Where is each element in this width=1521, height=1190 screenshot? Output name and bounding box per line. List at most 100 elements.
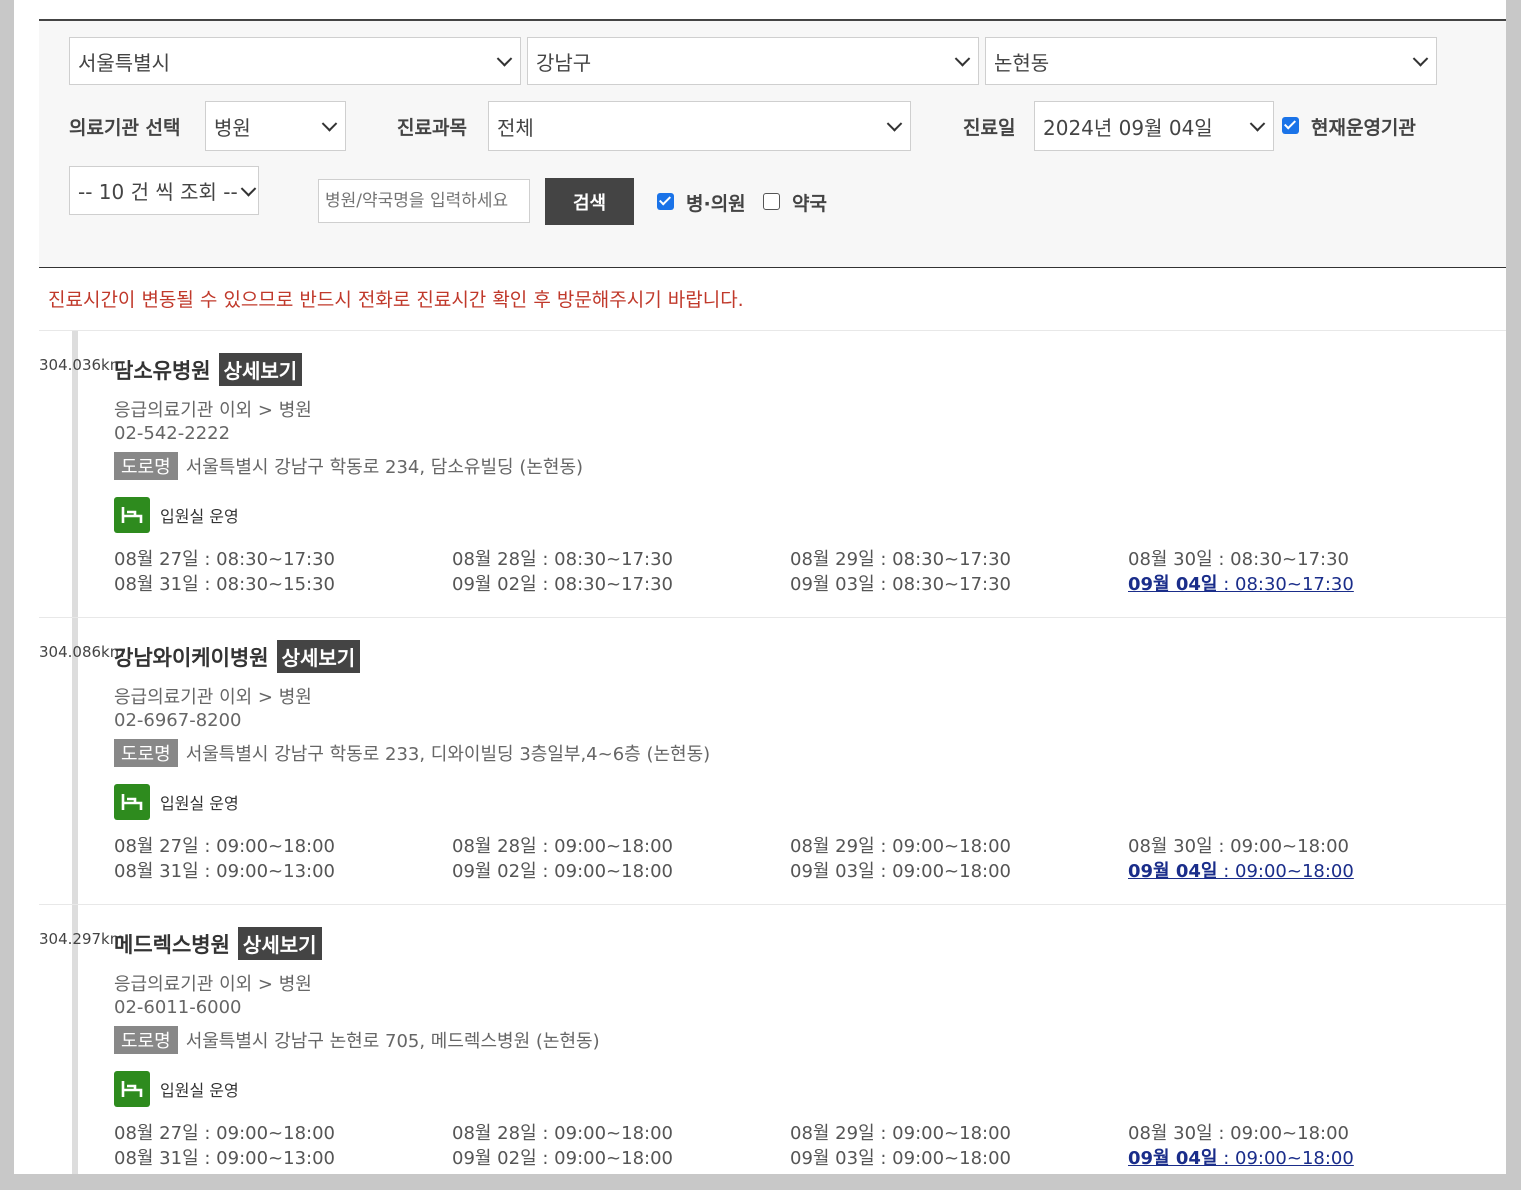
category: 응급의료기관 이외 > 병원 (114, 400, 312, 421)
chevron-down-icon (240, 180, 257, 197)
department-select[interactable]: 전체 (488, 101, 911, 151)
hours-cell: 08월 29일 : 09:00~18:00 (790, 836, 1011, 857)
result-item: 304.086km 강남와이케이병원 상세보기 응급의료기관 이외 > 병원 0… (39, 617, 1506, 904)
dong-select[interactable]: 논현동 (985, 37, 1437, 85)
address: 서울특별시 강남구 학동로 233, 디와이빌딩 3층일부,4~6층 (논현동) (185, 744, 711, 765)
hours-cell: 09월 03일 : 09:00~18:00 (790, 861, 1011, 882)
institution-select[interactable]: 병원 (205, 101, 346, 151)
sido-select-value: 서울특별시 (78, 50, 170, 75)
hours-cell: 08월 29일 : 08:30~17:30 (790, 549, 1011, 570)
institution-select-value: 병원 (214, 115, 251, 140)
phone: 02-6011-6000 (114, 997, 242, 1018)
chevron-down-icon (1249, 116, 1266, 132)
hours-row: 08월 27일 : 09:00~18:00 08월 28일 : 09:00~18… (114, 832, 1474, 857)
pharmacy-label: 약국 (792, 193, 827, 215)
ward-label: 입원실 운영 (160, 794, 239, 813)
date-select[interactable]: 2024년 09월 04일 (1034, 101, 1274, 151)
hours-cell: 08월 31일 : 09:00~13:00 (114, 1148, 335, 1169)
address: 서울특별시 강남구 학동로 234, 담소유빌딩 (논현동) (185, 457, 584, 478)
hours-cell: 08월 30일 : 09:00~18:00 (1128, 1123, 1349, 1144)
notice-text: 진료시간이 변동될 수 있으므로 반드시 전화로 진료시간 확인 후 방문해주시… (48, 289, 744, 311)
address-row: 도로명 서울특별시 강남구 논현로 705, 메드렉스병원 (논현동) (114, 1026, 600, 1054)
operating-checkbox[interactable] (1282, 117, 1299, 134)
ward-label: 입원실 운영 (160, 507, 239, 526)
distance: 304.086km (39, 643, 125, 661)
dong-select-value: 논현동 (994, 50, 1050, 75)
result-item: 304.297km 메드렉스병원 상세보기 응급의료기관 이외 > 병원 02-… (39, 904, 1506, 1174)
bed-icon (114, 1071, 150, 1107)
ward-row: 입원실 운영 (114, 497, 239, 533)
hospital-clinic-checkbox[interactable] (657, 193, 674, 210)
hospital-name[interactable]: 메드렉스병원 (114, 929, 230, 959)
hours-cell: 09월 02일 : 09:00~18:00 (452, 1148, 673, 1169)
hours-cell: 08월 31일 : 08:30~15:30 (114, 574, 335, 595)
department-select-value: 전체 (497, 115, 534, 140)
detail-button[interactable]: 상세보기 (276, 640, 361, 673)
name-row: 담소유병원 상세보기 (114, 353, 303, 386)
department-label: 진료과목 (397, 117, 467, 139)
road-badge: 도로명 (114, 1026, 178, 1054)
address-row: 도로명 서울특별시 강남구 학동로 234, 담소유빌딩 (논현동) (114, 452, 583, 480)
chevron-down-icon (954, 51, 971, 67)
hours-row: 08월 31일 : 09:00~13:00 09월 02일 : 09:00~18… (114, 857, 1474, 882)
search-button[interactable]: 검색 (545, 178, 634, 225)
date-label: 진료일 (963, 117, 1016, 139)
category: 응급의료기관 이외 > 병원 (114, 974, 312, 995)
search-panel: 서울특별시 강남구 논현동 의료기관 선택 병원 진료과목 전체 진료일 202… (39, 21, 1506, 268)
page-frame: 서울특별시 강남구 논현동 의료기관 선택 병원 진료과목 전체 진료일 202… (14, 0, 1506, 1174)
chevron-down-icon (1412, 51, 1429, 67)
result-list: 304.036km 담소유병원 상세보기 응급의료기관 이외 > 병원 02-5… (39, 330, 1506, 1174)
hours-row: 08월 27일 : 09:00~18:00 08월 28일 : 09:00~18… (114, 1119, 1474, 1144)
operating-label: 현재운영기관 (1311, 117, 1416, 139)
category: 응급의료기관 이외 > 병원 (114, 687, 312, 708)
road-badge: 도로명 (114, 739, 178, 767)
hours-cell: 09월 03일 : 09:00~18:00 (790, 1148, 1011, 1169)
result-item: 304.036km 담소유병원 상세보기 응급의료기관 이외 > 병원 02-5… (39, 330, 1506, 617)
hours-cell: 08월 27일 : 08:30~17:30 (114, 549, 335, 570)
hours-cell: 08월 28일 : 09:00~18:00 (452, 1123, 673, 1144)
hours-cell: 08월 29일 : 09:00~18:00 (790, 1123, 1011, 1144)
hospital-clinic-label: 병·의원 (686, 193, 746, 215)
hours-cell: 08월 28일 : 08:30~17:30 (452, 549, 673, 570)
chevron-down-icon (886, 116, 903, 132)
hours-cell-today[interactable]: 09월 04일 : 09:00~18:00 (1128, 857, 1354, 883)
hours-cell: 09월 02일 : 08:30~17:30 (452, 574, 673, 595)
name-row: 메드렉스병원 상세보기 (114, 927, 322, 960)
page-size-value: -- 10 건 씩 조회 -- (78, 180, 238, 204)
hours-cell: 08월 27일 : 09:00~18:00 (114, 1123, 335, 1144)
detail-button[interactable]: 상세보기 (218, 353, 303, 386)
hospital-name[interactable]: 담소유병원 (114, 355, 211, 385)
hours-grid: 08월 27일 : 09:00~18:00 08월 28일 : 09:00~18… (114, 832, 1474, 882)
sigungu-select[interactable]: 강남구 (527, 37, 979, 85)
hours-grid: 08월 27일 : 09:00~18:00 08월 28일 : 09:00~18… (114, 1119, 1474, 1169)
road-badge: 도로명 (114, 452, 178, 480)
hours-cell-today[interactable]: 09월 04일 : 09:00~18:00 (1128, 1144, 1354, 1170)
hours-cell: 08월 27일 : 09:00~18:00 (114, 836, 335, 857)
hours-cell-today[interactable]: 09월 04일 : 08:30~17:30 (1128, 570, 1354, 596)
chevron-down-icon (321, 116, 338, 132)
phone: 02-542-2222 (114, 423, 231, 444)
hours-cell: 08월 28일 : 09:00~18:00 (452, 836, 673, 857)
hours-grid: 08월 27일 : 08:30~17:30 08월 28일 : 08:30~17… (114, 545, 1474, 595)
address: 서울특별시 강남구 논현로 705, 메드렉스병원 (논현동) (185, 1031, 600, 1052)
institution-label: 의료기관 선택 (69, 117, 181, 139)
bed-icon (114, 784, 150, 820)
sido-select[interactable]: 서울특별시 (69, 37, 521, 85)
hours-cell: 09월 02일 : 09:00~18:00 (452, 861, 673, 882)
hours-cell: 08월 30일 : 08:30~17:30 (1128, 549, 1349, 570)
detail-button[interactable]: 상세보기 (237, 927, 322, 960)
hours-row: 08월 27일 : 08:30~17:30 08월 28일 : 08:30~17… (114, 545, 1474, 570)
ward-label: 입원실 운영 (160, 1081, 239, 1100)
distance: 304.036km (39, 356, 125, 374)
hours-cell: 08월 30일 : 09:00~18:00 (1128, 836, 1349, 857)
pharmacy-checkbox[interactable] (763, 193, 780, 210)
page-size-select[interactable]: -- 10 건 씩 조회 -- (69, 166, 259, 215)
phone: 02-6967-8200 (114, 710, 242, 731)
hospital-name[interactable]: 강남와이케이병원 (114, 642, 269, 672)
hours-row: 08월 31일 : 08:30~15:30 09월 02일 : 08:30~17… (114, 570, 1474, 595)
sigungu-select-value: 강남구 (536, 50, 592, 75)
hours-cell: 08월 31일 : 09:00~13:00 (114, 861, 335, 882)
ward-row: 입원실 운영 (114, 784, 239, 820)
ward-row: 입원실 운영 (114, 1071, 239, 1107)
search-input[interactable] (318, 179, 530, 223)
